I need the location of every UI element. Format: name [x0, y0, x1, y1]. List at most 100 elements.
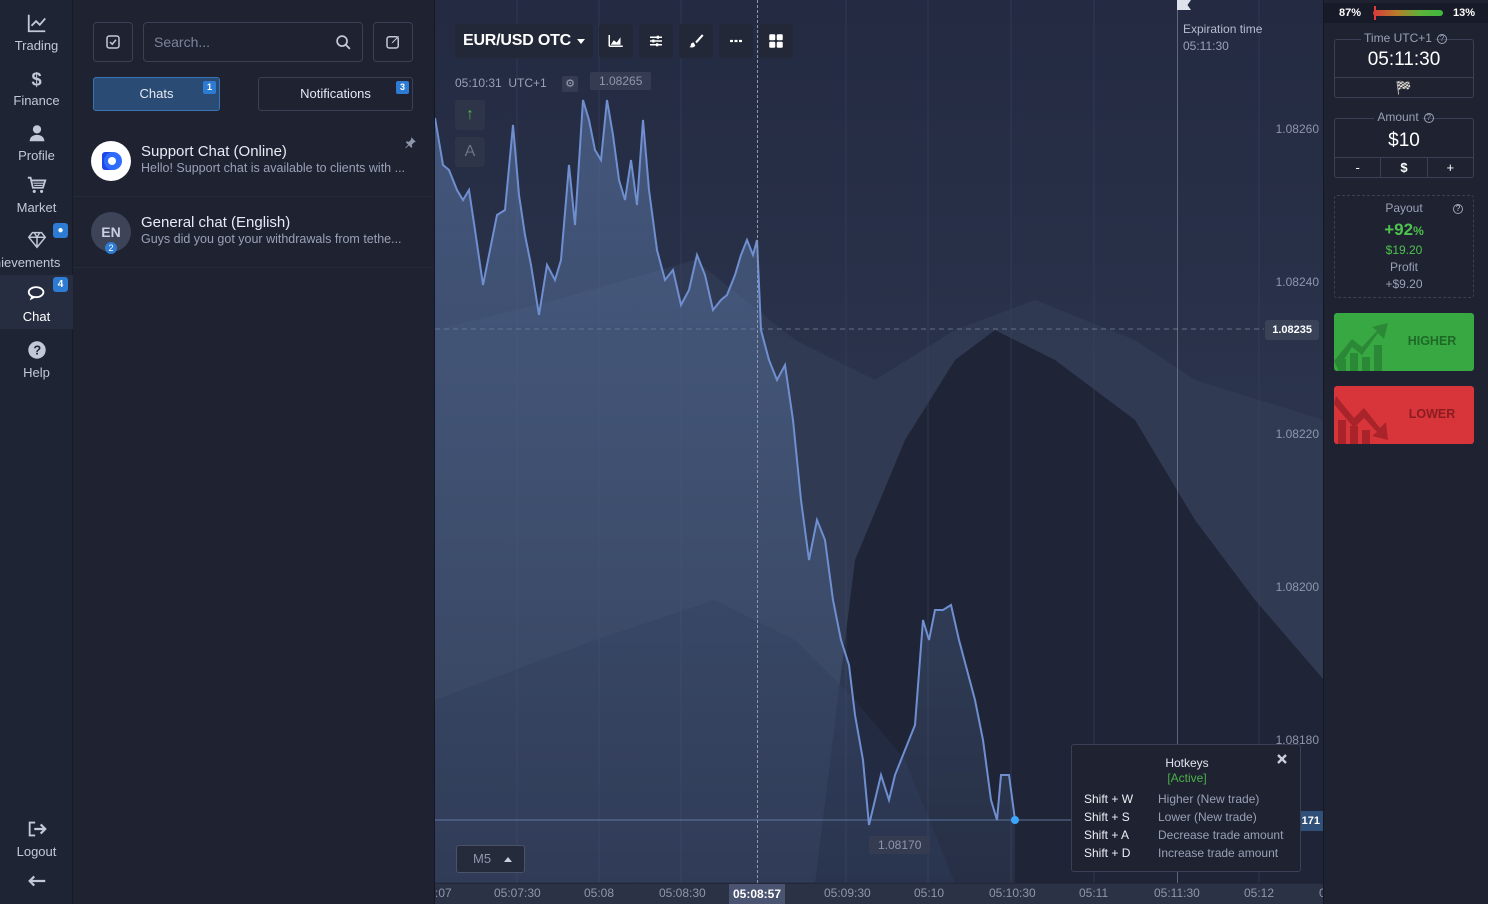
help-icon[interactable]: ? — [1423, 113, 1434, 123]
svg-text:$: $ — [31, 68, 41, 89]
logout-button[interactable]: Logout — [0, 810, 73, 864]
help-icon[interactable]: ? — [1436, 34, 1447, 44]
search-input[interactable] — [144, 23, 324, 61]
profit-label: Profit — [1389, 260, 1418, 274]
layout-button[interactable] — [759, 24, 793, 58]
nav-item-achievements[interactable]: Achievements ● — [0, 221, 73, 275]
time-tick: 05:07:30 — [494, 886, 541, 900]
payout-amount: $19.20 — [1385, 243, 1423, 257]
currency-button[interactable]: $ — [1381, 158, 1428, 177]
payout-percent: +92% — [1335, 220, 1473, 240]
more-tools-button[interactable] — [719, 24, 753, 58]
higher-label: HIGHER — [1407, 334, 1457, 348]
area-chart-icon — [608, 35, 623, 47]
tab-notifications[interactable]: Notifications 3 — [258, 77, 413, 111]
cart-icon — [0, 174, 73, 200]
timeframe-selector[interactable]: M5 — [456, 845, 525, 873]
payout-box: Payout ? +92% $19.20 Profit +$9.20 — [1334, 195, 1474, 298]
tab-badge: 1 — [203, 81, 216, 94]
hotkey-row: Shift + W Higher (New trade) — [1084, 792, 1259, 806]
mark-read-button[interactable] — [93, 22, 133, 62]
hotkey-row: Shift + A Decrease trade amount — [1084, 828, 1283, 842]
collapse-nav-button[interactable] — [0, 868, 73, 896]
caret-down-icon — [577, 38, 586, 44]
avatar-badge: 2 — [105, 242, 117, 254]
nav-label: Chat — [22, 309, 51, 324]
time-tick: 05:10:30 — [989, 886, 1036, 900]
time-tick: 05:08 — [584, 886, 615, 900]
amount-value[interactable]: $10 — [1335, 130, 1473, 152]
time-tick: 05:08:30 — [659, 886, 706, 900]
indicators-button[interactable] — [639, 24, 673, 58]
chart-type-button[interactable] — [599, 24, 633, 58]
arrow-left-icon — [0, 870, 73, 896]
close-icon[interactable] — [1276, 753, 1288, 765]
time-mode-row: 🏁 — [1335, 77, 1473, 97]
chat-item-general[interactable]: EN 2 General chat (English) Guys did you… — [74, 197, 433, 268]
nav-label: Help — [23, 365, 50, 380]
price-chart[interactable]: Expiration time 05:11:30 EUR/USD OTC 05:… — [434, 0, 1323, 904]
nav-item-chat[interactable]: Chat 4 — [0, 275, 73, 329]
tab-chats[interactable]: Chats 1 — [93, 77, 220, 111]
asset-selector[interactable]: EUR/USD OTC — [455, 24, 593, 58]
hotkey-desc: Decrease trade amount — [1158, 828, 1284, 842]
trade-panel: 87% 13% Time UTC+1? 05:11:30 🏁 Amount? $… — [1323, 0, 1488, 904]
grid-icon — [769, 34, 783, 48]
avatar — [91, 141, 131, 181]
svg-text:?: ? — [33, 343, 41, 358]
search-box — [143, 22, 363, 62]
hotkeys-title: Hotkeys — [1165, 756, 1209, 770]
price-tick: 1.08200 — [1275, 580, 1319, 594]
hotkey-desc: Lower (New trade) — [1158, 810, 1257, 824]
chat-panel: Chats 1 Notifications 3 Support Chat (On… — [74, 0, 433, 904]
clock-timezone: UTC+1 — [508, 76, 547, 90]
time-value[interactable]: 05:11:30 — [1335, 49, 1473, 71]
new-chat-button[interactable] — [373, 22, 413, 62]
amount-box[interactable]: Amount? $10 - $ + — [1334, 110, 1474, 178]
tab-badge: 3 — [396, 81, 409, 94]
nav-item-trading[interactable]: Trading — [0, 4, 73, 58]
drawings-button[interactable] — [679, 24, 713, 58]
timeframe-value: M5 — [473, 851, 492, 866]
arrow-up-tool[interactable]: ↑ — [455, 100, 485, 130]
hotkey-key: Shift + W — [1084, 792, 1134, 806]
chart-clock: 05:10:31 UTC+1 ⚙ — [455, 76, 579, 92]
nav-item-market[interactable]: Market — [0, 166, 73, 220]
pin-icon[interactable] — [403, 136, 417, 150]
chat-title: General chat (English) — [141, 214, 291, 231]
sliders-icon — [650, 35, 662, 47]
hotkey-row: Shift + D Increase trade amount — [1084, 846, 1278, 860]
nav-label: Trading — [14, 38, 59, 53]
edit-icon — [386, 36, 399, 49]
nav-item-help[interactable]: ? Help — [0, 331, 73, 385]
time-label-text: Time UTC+1 — [1361, 31, 1435, 45]
current-time-line — [757, 0, 758, 883]
chat-item-support[interactable]: Support Chat (Online) Hello! Support cha… — [74, 126, 433, 197]
time-label: Time UTC+1? — [1335, 31, 1473, 45]
higher-button[interactable]: HIGHER — [1334, 313, 1474, 371]
nav-item-profile[interactable]: Profile — [0, 114, 73, 168]
expiration-time: 05:11:30 — [1183, 39, 1229, 53]
price-tick: 1.08260 — [1275, 122, 1319, 136]
decrease-amount-button[interactable]: - — [1335, 158, 1382, 177]
flag-icon[interactable]: 🏁 — [1335, 78, 1473, 97]
nav-item-finance[interactable]: $ Finance — [0, 59, 73, 113]
help-icon[interactable]: ? — [1453, 204, 1463, 214]
time-tick: 05:10 — [914, 886, 945, 900]
hotkey-key: Shift + D — [1084, 846, 1131, 860]
clock-time: 05:10:31 — [455, 76, 502, 90]
sentiment-sell: 13% — [1452, 7, 1475, 19]
caret-up-icon — [504, 857, 512, 862]
lower-button[interactable]: LOWER — [1334, 386, 1474, 444]
hotkeys-status: [Active] — [1167, 771, 1207, 785]
text-tool[interactable]: A — [455, 137, 485, 167]
time-box[interactable]: Time UTC+1? 05:11:30 🏁 — [1334, 31, 1474, 98]
gear-icon[interactable]: ⚙ — [562, 76, 579, 92]
low-value-label: 1.08170 — [869, 836, 931, 854]
nav-label: Achievements — [0, 255, 61, 270]
profit-value: +$9.20 — [1385, 277, 1423, 291]
hotkey-row: Shift + S Lower (New trade) — [1084, 810, 1257, 824]
increase-amount-button[interactable]: + — [1428, 158, 1473, 177]
search-icon[interactable] — [335, 34, 352, 51]
hotkeys-popup: Hotkeys [Active] Shift + W Higher (New tr… — [1071, 744, 1301, 872]
